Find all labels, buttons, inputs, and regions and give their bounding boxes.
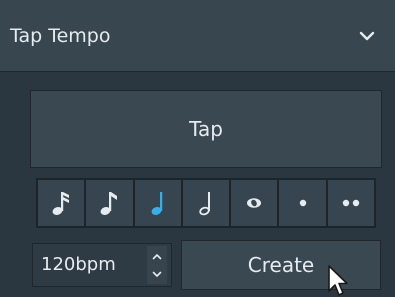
whole-note-icon — [247, 198, 262, 208]
chevron-down-icon[interactable] — [359, 30, 375, 42]
half-note-button[interactable] — [182, 180, 230, 226]
bpm-decrement-button[interactable] — [147, 265, 167, 283]
panel-header[interactable]: Tap Tempo — [0, 0, 395, 72]
tap-tempo-panel: Tap Tempo Tap 120bpm Create — [0, 0, 395, 297]
eighth-note-button[interactable] — [86, 180, 133, 226]
note-value-selector — [36, 178, 376, 228]
whole-note-button[interactable] — [231, 180, 278, 226]
mouse-pointer-icon — [328, 265, 348, 296]
dot-icon — [299, 199, 306, 207]
panel-title: Tap Tempo — [10, 25, 111, 47]
bpm-value[interactable]: 120bpm — [41, 244, 116, 286]
sixteenth-note-button[interactable] — [38, 180, 85, 226]
quarter-note-button[interactable] — [134, 180, 181, 226]
chevron-up-icon — [152, 253, 162, 259]
dotted-button[interactable] — [279, 180, 326, 226]
double-dotted-button[interactable] — [327, 180, 374, 226]
bpm-stepper[interactable] — [147, 246, 167, 284]
sixteenth-note-icon — [52, 192, 70, 215]
chevron-down-icon — [152, 271, 162, 277]
eighth-note-icon — [101, 192, 118, 215]
quarter-note-icon — [151, 192, 162, 215]
tap-button[interactable]: Tap — [30, 90, 382, 168]
half-note-icon — [199, 192, 210, 216]
bpm-input[interactable]: 120bpm — [32, 243, 172, 287]
double-dot-icon — [342, 199, 360, 207]
bpm-increment-button[interactable] — [147, 247, 167, 265]
